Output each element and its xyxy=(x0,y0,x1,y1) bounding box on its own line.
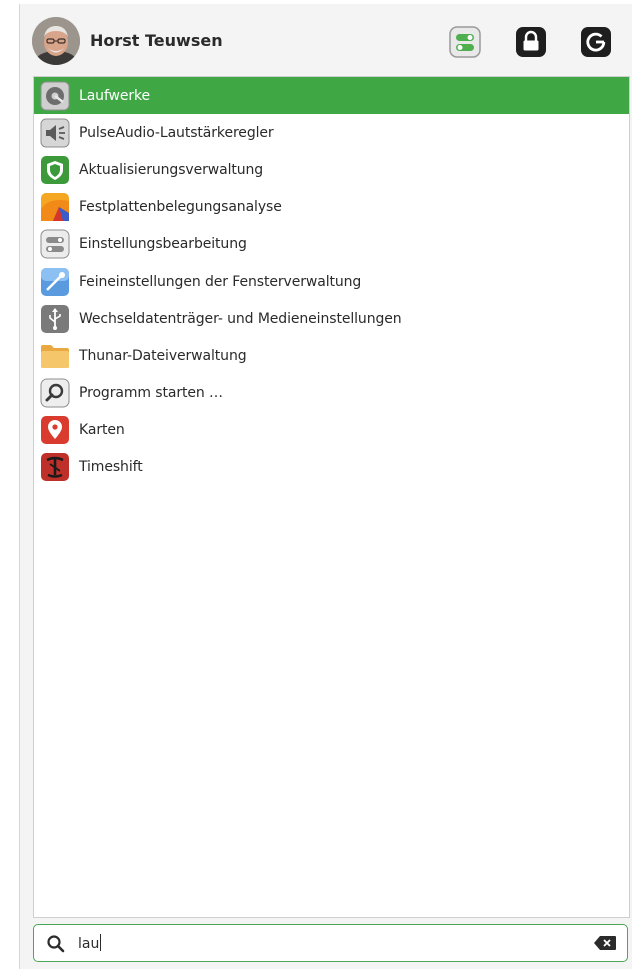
window-tweaks-icon xyxy=(38,265,72,299)
settings-button[interactable] xyxy=(449,26,481,58)
timeshift-icon xyxy=(38,450,72,484)
result-label: Thunar-Dateiverwaltung xyxy=(79,347,247,364)
user-avatar[interactable] xyxy=(32,17,80,65)
usb-icon xyxy=(38,302,72,336)
settings-editor-icon xyxy=(38,227,72,261)
result-festplattenbelegungsanalyse[interactable]: Festplattenbelegungsanalyse xyxy=(34,189,629,226)
user-name: Horst Teuwsen xyxy=(90,31,223,50)
logout-button[interactable] xyxy=(580,26,612,58)
result-fensterverwaltung[interactable]: Feineinstellungen der Fensterverwaltung xyxy=(34,263,629,300)
result-programm-starten[interactable]: Programm starten … xyxy=(34,375,629,412)
search-icon xyxy=(47,935,65,953)
disk-usage-icon xyxy=(38,190,72,224)
menu-header: Horst Teuwsen xyxy=(20,4,632,74)
logout-icon xyxy=(581,27,611,57)
disks-icon xyxy=(38,79,72,113)
result-label: PulseAudio-Lautstärkeregler xyxy=(79,124,274,141)
result-label: Laufwerke xyxy=(79,87,151,104)
search-run-icon xyxy=(38,376,72,410)
search-field[interactable]: lau xyxy=(33,924,628,962)
result-label: Feineinstellungen der Fensterverwaltung xyxy=(79,273,362,290)
shield-icon xyxy=(38,153,72,187)
clear-icon[interactable] xyxy=(593,935,617,951)
result-pulseaudio[interactable]: PulseAudio-Lautstärkeregler xyxy=(34,114,629,151)
search-input-value: lau xyxy=(78,936,100,952)
result-label: Aktualisierungsverwaltung xyxy=(79,161,264,178)
search-results-list: Laufwerke PulseAudio-Lautstärkeregler Ak… xyxy=(33,76,630,918)
lock-icon xyxy=(516,27,546,57)
result-laufwerke[interactable]: Laufwerke xyxy=(34,77,629,115)
folder-icon xyxy=(38,339,72,373)
lock-screen-button[interactable] xyxy=(515,26,547,58)
result-aktualisierungsverwaltung[interactable]: Aktualisierungsverwaltung xyxy=(34,151,629,188)
speaker-icon xyxy=(38,116,72,150)
result-label: Karten xyxy=(79,422,125,439)
result-label: Einstellungsbearbeitung xyxy=(79,236,247,253)
result-timeshift[interactable]: Timeshift xyxy=(34,449,629,486)
result-label: Timeshift xyxy=(79,459,143,476)
result-wechseldatentraeger[interactable]: Wechseldatenträger- und Medieneinstellun… xyxy=(34,300,629,337)
settings-toggle-icon xyxy=(449,26,481,58)
result-label: Programm starten … xyxy=(79,385,223,402)
map-pin-icon xyxy=(38,413,72,447)
result-label: Wechseldatenträger- und Medieneinstellun… xyxy=(79,310,402,327)
result-karten[interactable]: Karten xyxy=(34,412,629,449)
result-einstellungsbearbeitung[interactable]: Einstellungsbearbeitung xyxy=(34,226,629,263)
result-label: Festplattenbelegungsanalyse xyxy=(79,199,282,216)
search-input[interactable]: lau xyxy=(78,934,102,952)
whisker-menu-panel: Horst Teuwsen Laufwerke PulseAudio-Lauts… xyxy=(19,4,632,969)
result-thunar[interactable]: Thunar-Dateiverwaltung xyxy=(34,337,629,374)
